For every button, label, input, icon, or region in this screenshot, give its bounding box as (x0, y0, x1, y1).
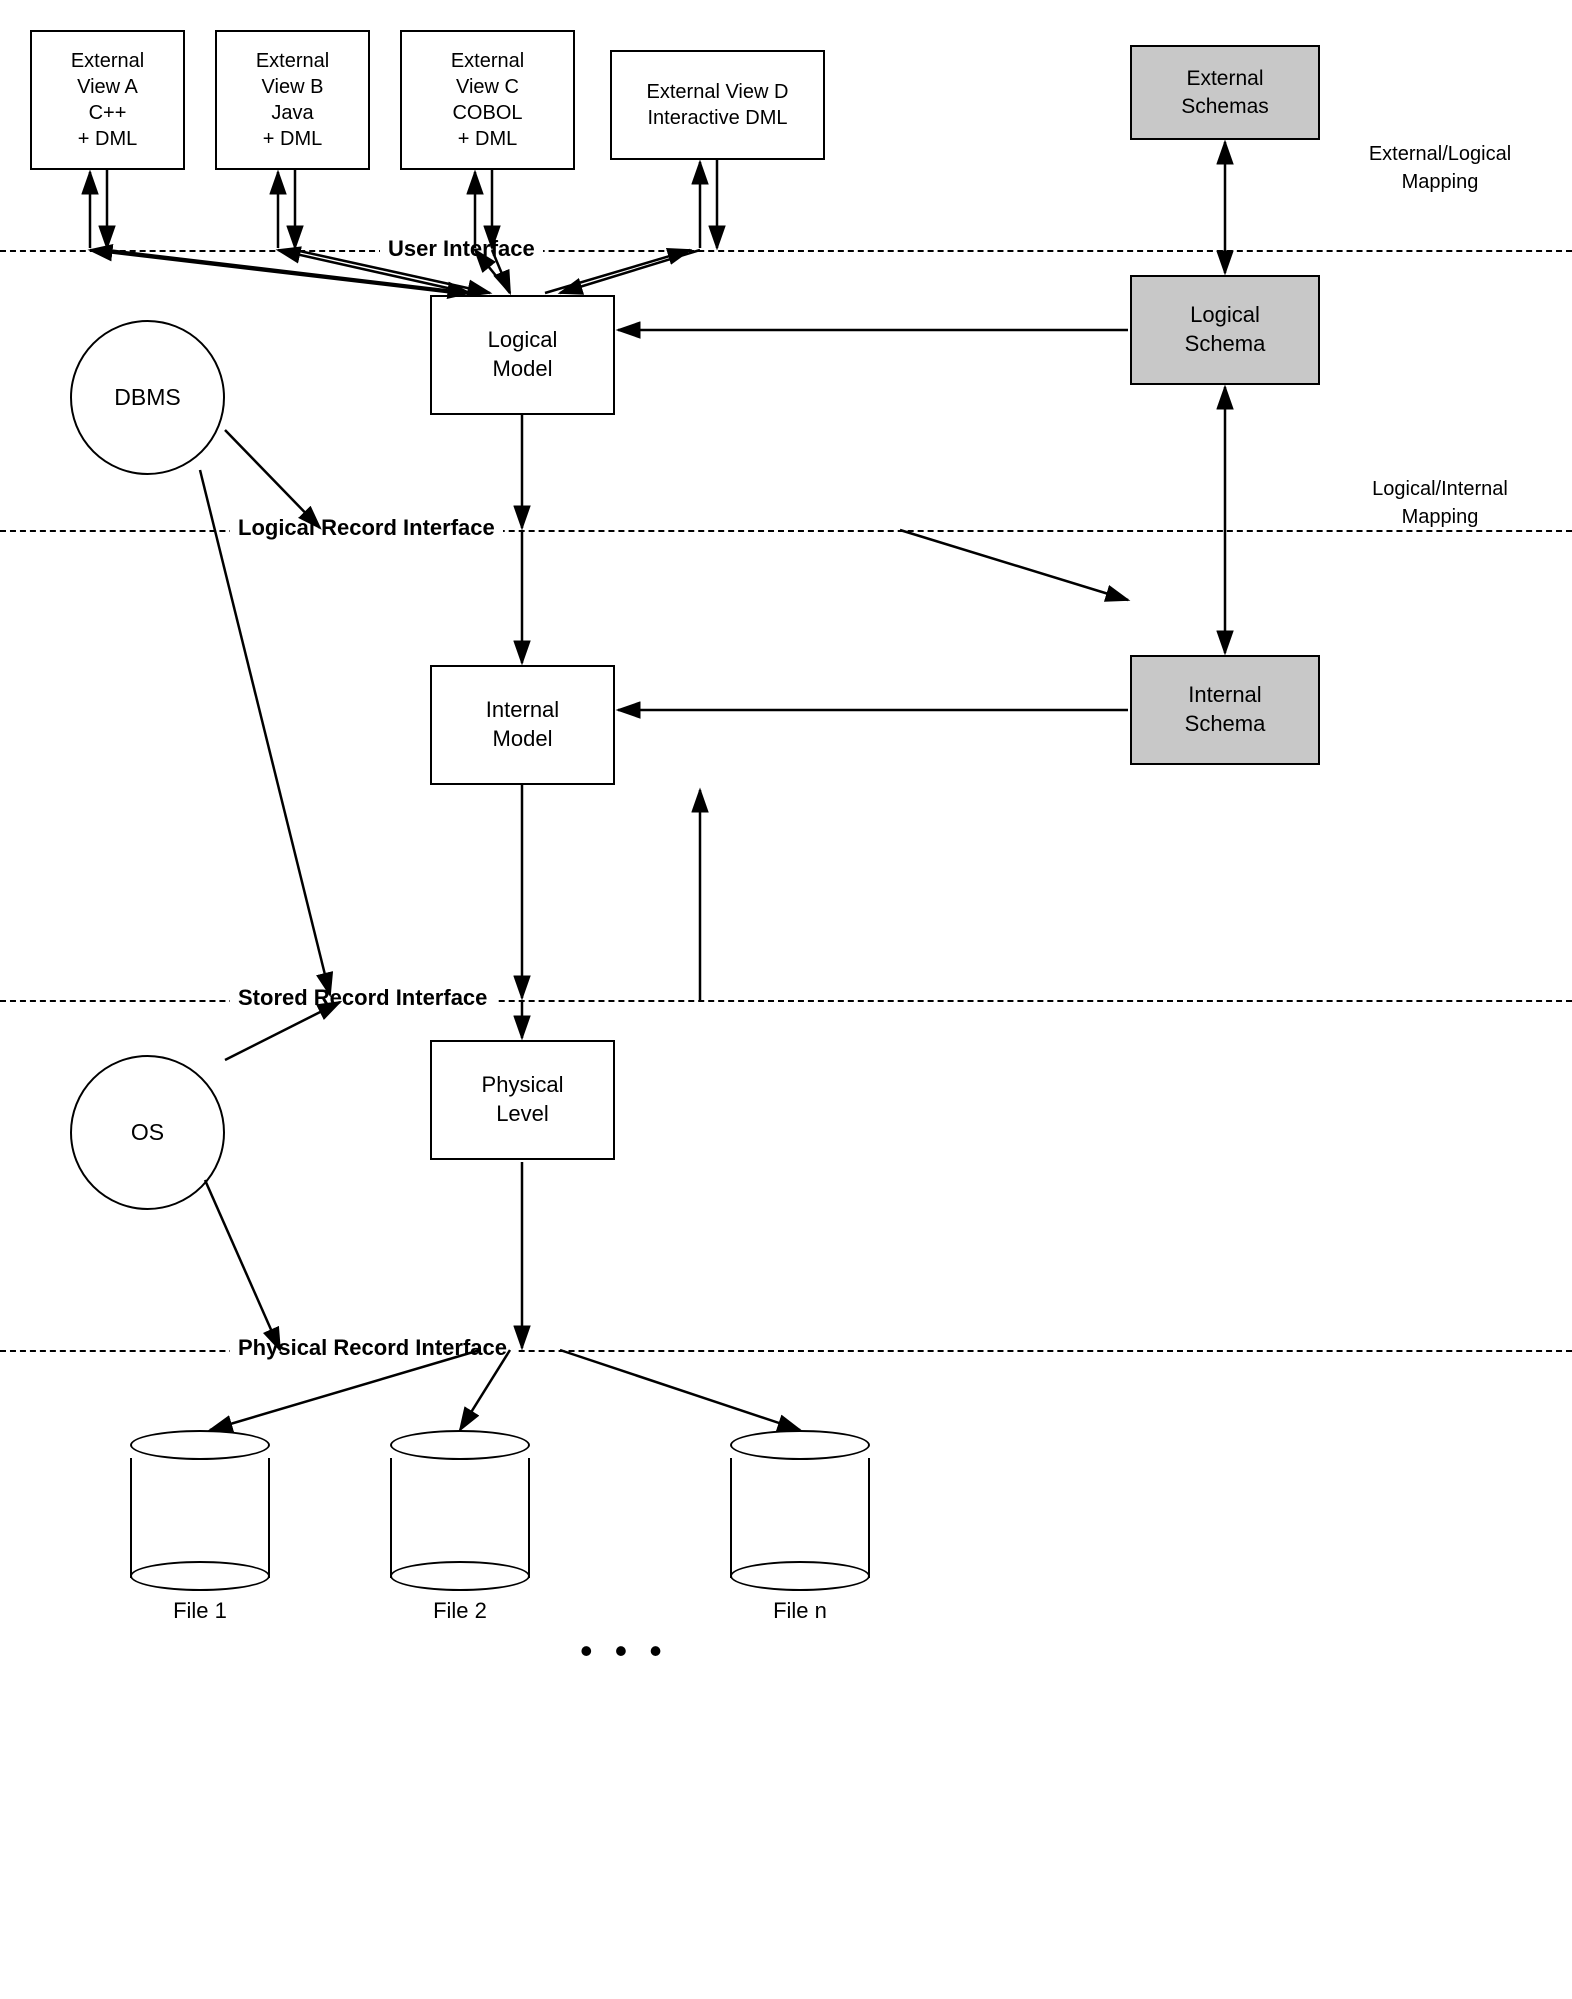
ext-view-c-box: ExternalView CCOBOL+ DML (400, 30, 575, 170)
stored-record-interface-label: Stored Record Interface (230, 985, 495, 1011)
filen-label: File n (773, 1598, 827, 1624)
internal-schema-box: InternalSchema (1130, 655, 1320, 765)
file1-cylinder: File 1 (130, 1430, 270, 1624)
filen-top (730, 1430, 870, 1460)
external-logical-mapping-label: External/LogicalMapping (1340, 140, 1540, 196)
os-circle: OS (70, 1055, 225, 1210)
ext-view-a-box: ExternalView AC+++ DML (30, 30, 185, 170)
file2-label: File 2 (433, 1598, 487, 1624)
physical-level-box: PhysicalLevel (430, 1040, 615, 1160)
logical-internal-mapping-label: Logical/InternalMapping (1340, 475, 1540, 531)
file2-cylinder: File 2 (390, 1430, 530, 1624)
user-interface-label: User Interface (380, 236, 543, 262)
logical-record-interface-label: Logical Record Interface (230, 515, 503, 541)
ext-view-d-box: External View DInteractive DML (610, 50, 825, 160)
filen-bottom (730, 1561, 870, 1591)
file2-bottom (390, 1561, 530, 1591)
logical-schema-box: LogicalSchema (1130, 275, 1320, 385)
ext-view-b-box: ExternalView BJava+ DML (215, 30, 370, 170)
dots-separator: • • • (580, 1630, 668, 1672)
filen-body (730, 1458, 870, 1578)
internal-model-box: InternalModel (430, 665, 615, 785)
user-interface-line (0, 250, 1572, 252)
physical-record-interface-label: Physical Record Interface (230, 1335, 515, 1361)
external-schemas-box: ExternalSchemas (1130, 45, 1320, 140)
file1-bottom (130, 1561, 270, 1591)
file1-body (130, 1458, 270, 1578)
dbms-circle: DBMS (70, 320, 225, 475)
file1-label: File 1 (173, 1598, 227, 1624)
file2-body (390, 1458, 530, 1578)
diagram-container: ExternalView AC+++ DML ExternalView BJav… (0, 0, 1572, 1999)
filen-cylinder: File n (730, 1430, 870, 1624)
file2-top (390, 1430, 530, 1460)
logical-model-box: LogicalModel (430, 295, 615, 415)
file1-top (130, 1430, 270, 1460)
